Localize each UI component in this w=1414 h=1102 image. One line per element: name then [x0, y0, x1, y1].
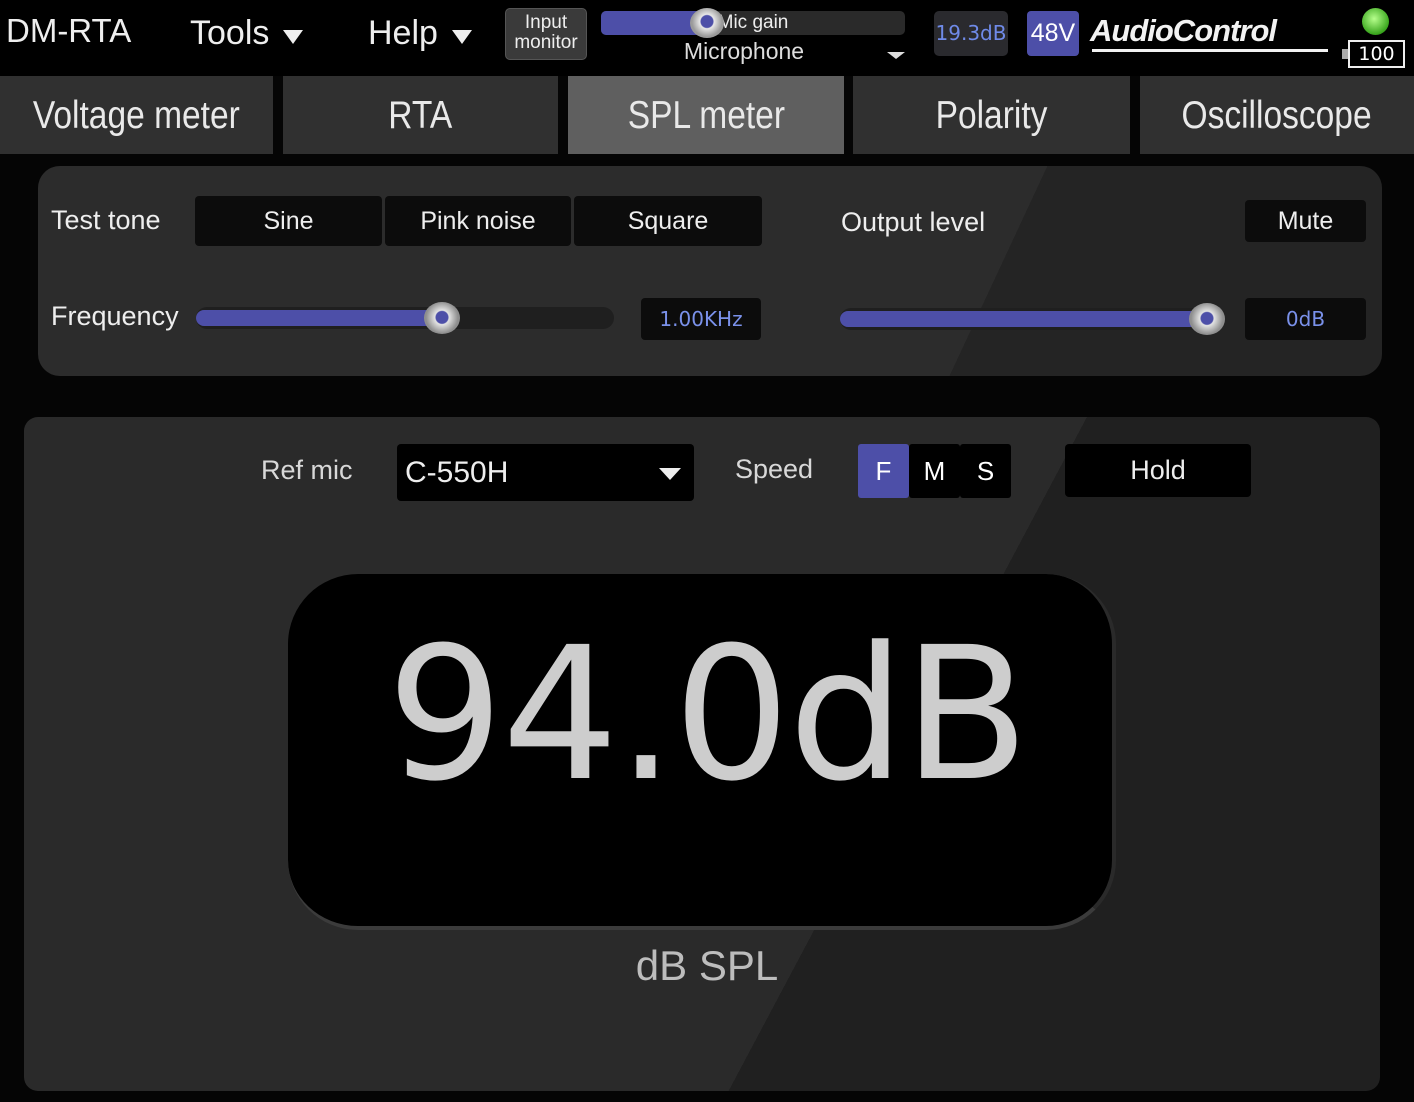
help-menu-label: Help — [368, 14, 438, 52]
spl-reading: 94.0dB — [386, 608, 1030, 822]
battery-icon: 100 — [1348, 40, 1405, 68]
top-bar: DM-RTA Tools Help Input monitor Mic gain… — [0, 0, 1414, 76]
frequency-readout: 1.00KHz — [641, 298, 761, 340]
tools-menu-label: Tools — [190, 14, 270, 52]
speed-label: Speed — [735, 454, 814, 484]
tab-label: Oscilloscope — [1181, 94, 1373, 137]
hold-button[interactable]: Hold — [1065, 444, 1251, 497]
tab-label: RTA — [388, 94, 453, 137]
tools-menu[interactable]: Tools — [190, 14, 304, 53]
input-monitor-label-line2: monitor — [514, 32, 578, 53]
ref-mic-select[interactable]: C-550H — [397, 444, 694, 501]
speed-medium-button[interactable]: M — [909, 444, 960, 498]
gain-readout: 19.3dB — [934, 11, 1008, 56]
mic-gain-slider[interactable]: Mic gain — [601, 11, 905, 35]
test-tone-label: Test tone — [51, 205, 161, 235]
help-menu[interactable]: Help — [368, 14, 472, 53]
mic-gain-label: Mic gain — [717, 12, 789, 33]
app-title: DM-RTA — [6, 12, 132, 49]
tab-voltage-meter[interactable]: Voltage meter — [0, 76, 273, 154]
spl-unit-label: dB SPL — [635, 942, 779, 989]
speed-slow-button[interactable]: S — [960, 444, 1011, 498]
frequency-slider-handle[interactable] — [424, 302, 460, 334]
chevron-down-icon — [451, 29, 472, 44]
mute-button[interactable]: Mute — [1245, 200, 1366, 242]
output-level-slider[interactable] — [840, 303, 1225, 335]
tab-spl-meter[interactable]: SPL meter — [568, 76, 844, 154]
chevron-down-icon — [283, 29, 304, 44]
brand-logo-text: AudioControl — [1090, 13, 1277, 48]
phantom-power-button[interactable]: 48V — [1027, 11, 1079, 56]
pink-noise-button[interactable]: Pink noise — [385, 196, 571, 246]
brand-logo-underline — [1092, 49, 1328, 52]
output-level-readout: 0dB — [1245, 298, 1366, 340]
output-level-slider-handle[interactable] — [1189, 303, 1225, 335]
tab-label: SPL meter — [627, 94, 785, 137]
status-led-icon — [1362, 8, 1389, 35]
tab-polarity-checker[interactable]: Polarity checker — [853, 76, 1130, 217]
mode-tabs: Voltage meter RTA SPL meter Polarity che… — [0, 76, 1414, 217]
tab-rta[interactable]: RTA — [283, 76, 558, 154]
output-level-slider-fill — [840, 311, 1207, 327]
input-source-value: Microphone — [683, 38, 805, 64]
tab-label: Voltage meter — [33, 94, 240, 137]
chevron-down-icon — [887, 52, 905, 59]
frequency-label: Frequency — [51, 301, 179, 331]
ref-mic-value: C-550H — [405, 456, 509, 489]
input-monitor-label-line1: Input — [524, 12, 568, 33]
frequency-slider[interactable] — [196, 302, 614, 334]
ref-mic-label: Ref mic — [261, 455, 353, 485]
speed-fast-button[interactable]: F — [858, 444, 909, 498]
tab-oscilloscope[interactable]: Oscilloscope — [1140, 76, 1414, 154]
output-level-label: Output level — [841, 207, 986, 237]
square-button[interactable]: Square — [574, 196, 762, 246]
input-monitor-button[interactable]: Input monitor — [505, 8, 587, 60]
chevron-down-icon — [659, 468, 681, 480]
sine-button[interactable]: Sine — [195, 196, 382, 246]
brand-logo: AudioControl — [1090, 13, 1330, 53]
frequency-slider-fill — [196, 310, 442, 326]
input-source-select[interactable]: Microphone — [601, 38, 905, 68]
